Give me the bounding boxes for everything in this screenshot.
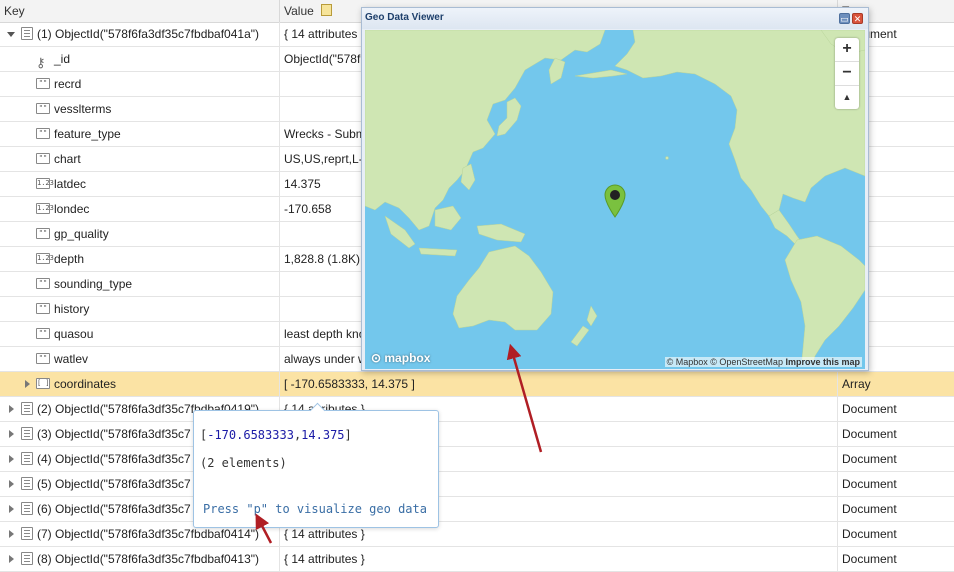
annotation-arrows (255, 343, 543, 544)
arrow-to-map (506, 343, 543, 453)
arrow-to-hint (255, 513, 273, 544)
